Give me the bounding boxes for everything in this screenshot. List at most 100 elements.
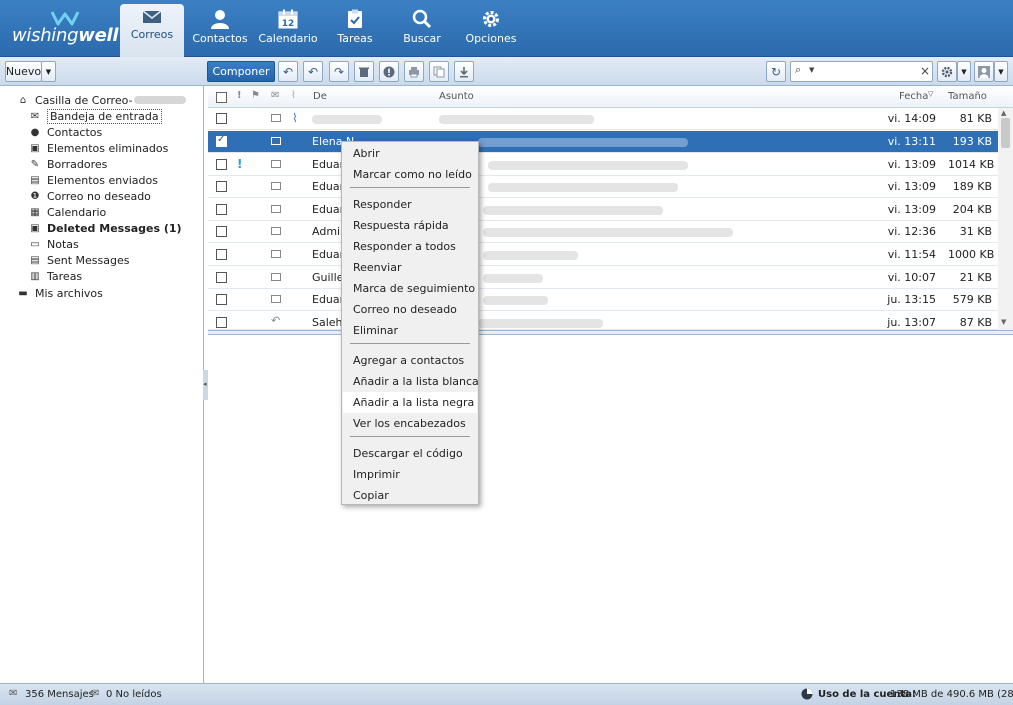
account-button[interactable]	[974, 61, 994, 82]
table-row[interactable]: ✓ Elena N vi. 13:11 193 KB	[208, 131, 998, 153]
sidebar-item-sent-messages[interactable]: ▤ Sent Messages	[28, 252, 129, 268]
sidebar-item-drafts[interactable]: ✎ Borradores	[28, 156, 108, 172]
sidebar-item-calendar[interactable]: ▦ Calendario	[28, 204, 106, 220]
row-checkbox[interactable]	[216, 272, 227, 283]
menu-item-agregar-contactos[interactable]: Agregar a contactos	[343, 350, 477, 371]
column-header-from[interactable]: De	[313, 91, 327, 102]
nav-tab-opciones[interactable]: Opciones	[459, 4, 523, 57]
menu-item-lista-blanca[interactable]: Añadir a la lista blanca	[343, 371, 479, 392]
high-priority-icon: !	[237, 157, 243, 171]
mailbox-root[interactable]: ⌂ Casilla de Correo-	[16, 92, 186, 108]
table-row[interactable]: Eduard vi. 13:09 204 KB	[208, 199, 998, 221]
menu-separator	[350, 343, 470, 344]
brand-logo[interactable]: wishingwell	[12, 8, 119, 52]
sidebar-item-tasks[interactable]: ▥ Tareas	[28, 268, 82, 284]
row-checkbox[interactable]	[216, 181, 227, 192]
menu-item-imprimir[interactable]: Imprimir	[343, 464, 477, 485]
column-header-subject[interactable]: Asunto	[439, 91, 474, 102]
search-box[interactable]: ⌕ ▼ ×	[790, 61, 933, 82]
sidebar-item-deleted[interactable]: ▣ Elementos eliminados	[28, 140, 168, 156]
row-checkbox[interactable]	[216, 226, 227, 237]
table-row[interactable]: Eduard ju. 13:15 579 KB	[208, 289, 998, 311]
menu-item-copiar[interactable]: Copiar	[343, 485, 477, 506]
sidebar-item-notes[interactable]: ▭ Notas	[28, 236, 78, 252]
nav-tab-buscar[interactable]: Buscar	[390, 4, 454, 57]
delete-button[interactable]	[354, 61, 374, 82]
envelope-icon	[142, 10, 162, 23]
table-row[interactable]: Eduard vi. 13:09 189 KB	[208, 176, 998, 198]
table-row[interactable]: ⌇ vi. 14:09 81 KB	[208, 108, 998, 130]
clear-search-icon[interactable]: ×	[920, 64, 930, 78]
row-checkbox[interactable]	[216, 159, 227, 170]
search-query[interactable]	[821, 65, 916, 79]
row-checkbox[interactable]	[216, 204, 227, 215]
junk-button[interactable]	[379, 61, 399, 82]
chevron-down-icon[interactable]: ▼	[809, 66, 814, 74]
row-checkbox[interactable]	[216, 317, 227, 328]
junk-icon: ❶	[30, 190, 40, 202]
sidebar-item-contacts[interactable]: ● Contactos	[28, 124, 103, 140]
print-button[interactable]	[404, 61, 424, 82]
menu-item-respuesta-rapida[interactable]: Respuesta rápida	[343, 215, 477, 236]
nav-tab-calendario[interactable]: 12 Calendario	[256, 4, 320, 57]
table-row[interactable]: Guiller vi. 10:07 21 KB	[208, 267, 998, 289]
list-scrollbar[interactable]: ▲ ▼	[998, 108, 1013, 330]
menu-item-abrir[interactable]: Abrir	[343, 143, 477, 164]
download-icon	[460, 66, 468, 77]
sidebar-item-junk[interactable]: ❶ Correo no deseado	[28, 188, 151, 204]
nav-tab-correos[interactable]: Correos	[120, 4, 184, 58]
scrollbar-thumb[interactable]	[1001, 118, 1010, 148]
new-button[interactable]: Nuevo	[5, 61, 42, 82]
nav-tab-tareas[interactable]: Tareas	[323, 4, 387, 57]
table-row[interactable]: Eduard vi. 11:54 1000 KB	[208, 244, 998, 266]
menu-item-eliminar[interactable]: Eliminar	[343, 320, 477, 341]
menu-item-ver-encabezados[interactable]: Ver los encabezados	[343, 413, 477, 434]
sidebar-item-my-files[interactable]: ▬ Mis archivos	[16, 285, 103, 301]
menu-item-marcar-no-leido[interactable]: Marcar como no leído	[343, 164, 477, 185]
table-row[interactable]: Admin vi. 12:36 31 KB	[208, 221, 998, 243]
menu-item-responder-todos[interactable]: Responder a todos	[343, 236, 477, 257]
table-row[interactable]: ↶ Saleh S ju. 13:07 87 KB	[208, 312, 998, 330]
select-all-checkbox[interactable]	[216, 92, 227, 103]
menu-item-marca-seguimiento[interactable]: Marca de seguimiento	[343, 278, 477, 299]
message-count: 356 Mensajes	[25, 689, 94, 700]
menu-item-descargar-codigo[interactable]: Descargar el código	[343, 443, 477, 464]
sent-icon: ▤	[30, 174, 40, 186]
column-header-date[interactable]: Fecha	[899, 91, 928, 102]
sidebar-item-deleted-messages[interactable]: ▣ Deleted Messages (1)	[28, 220, 181, 236]
menu-item-reenviar[interactable]: Reenviar	[343, 257, 477, 278]
refresh-button[interactable]: ↻	[766, 61, 786, 82]
row-checkbox[interactable]	[216, 294, 227, 305]
menu-item-responder[interactable]: Responder	[343, 194, 477, 215]
row-checkbox[interactable]: ✓	[216, 134, 227, 147]
reply-all-button[interactable]: ↶	[303, 61, 323, 82]
settings-dropdown-button[interactable]: ▼	[957, 61, 971, 82]
nav-tab-contactos[interactable]: Contactos	[188, 4, 252, 57]
forward-button[interactable]: ↷	[329, 61, 349, 82]
scroll-up-icon[interactable]: ▲	[1001, 109, 1006, 117]
download-button[interactable]	[454, 61, 474, 82]
new-dropdown-button[interactable]: ▼	[41, 61, 56, 82]
priority-column-icon[interactable]: !	[237, 90, 242, 101]
compose-button[interactable]: Componer	[207, 61, 275, 82]
sidebar-item-sent[interactable]: ▤ Elementos enviados	[28, 172, 158, 188]
menu-item-correo-no-deseado[interactable]: Correo no deseado	[343, 299, 477, 320]
menu-item-lista-negra[interactable]: Añadir a la lista negra	[343, 392, 477, 413]
reply-button[interactable]: ↶	[278, 61, 298, 82]
scroll-down-icon[interactable]: ▼	[1001, 318, 1006, 326]
sidebar-item-label: Correo no deseado	[47, 189, 151, 203]
read-column-icon[interactable]: ✉	[271, 90, 279, 101]
move-button[interactable]	[429, 61, 449, 82]
row-size: 189 KB	[952, 180, 992, 193]
attachment-column-icon[interactable]: ⌇	[291, 90, 296, 101]
column-header-size[interactable]: Tamaño	[948, 91, 987, 102]
settings-button[interactable]	[937, 61, 957, 82]
row-checkbox[interactable]	[216, 113, 227, 124]
table-row[interactable]: ! Eduard vi. 13:09 1014 KB	[208, 154, 998, 176]
account-dropdown-button[interactable]: ▼	[994, 61, 1008, 82]
flag-column-icon[interactable]: ⚑	[251, 90, 260, 101]
envelope-icon	[271, 205, 281, 213]
row-date: vi. 13:09	[887, 203, 936, 216]
row-checkbox[interactable]	[216, 249, 227, 260]
sidebar-item-inbox[interactable]: ✉ Bandeja de entrada	[28, 108, 162, 124]
